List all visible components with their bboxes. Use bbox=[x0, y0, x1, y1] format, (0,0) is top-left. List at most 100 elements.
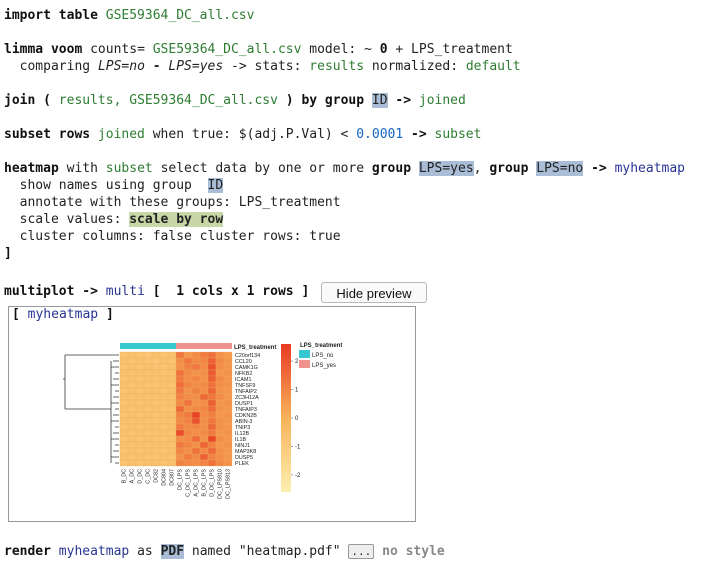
heatmap-cell bbox=[167, 459, 177, 467]
heatmap-cell bbox=[191, 447, 201, 455]
column-label: C_DC bbox=[146, 469, 152, 484]
heatmap-cell bbox=[127, 423, 137, 431]
heatmap-cell bbox=[191, 363, 201, 371]
annotation-cell bbox=[224, 343, 232, 349]
heatmap-cell bbox=[159, 405, 169, 413]
heatmap-cell bbox=[215, 441, 225, 449]
heatmap-cell bbox=[159, 417, 169, 425]
heatmap-cell bbox=[119, 411, 129, 419]
heatmap-cell bbox=[199, 435, 209, 443]
render-format[interactable]: PDF bbox=[160, 544, 185, 559]
heatmap-cell bbox=[199, 423, 209, 431]
heatmap-cell bbox=[191, 369, 201, 377]
heatmap-cell bbox=[215, 429, 225, 437]
heatmap-cell bbox=[143, 363, 153, 371]
scale-tick-label: -1 bbox=[295, 444, 301, 450]
heatmap-cell bbox=[127, 393, 137, 401]
heatmap-cell bbox=[135, 429, 145, 437]
annotation-cell bbox=[136, 343, 144, 349]
heatmap-cell bbox=[199, 363, 209, 371]
heatmap-cell bbox=[127, 429, 137, 437]
heatmap-cell bbox=[183, 369, 193, 377]
heatmap-cell bbox=[127, 459, 137, 467]
heatmap-cell bbox=[159, 411, 169, 419]
heatmap-cell bbox=[223, 447, 233, 455]
heatmap-cell bbox=[159, 351, 169, 359]
heatmap-cell bbox=[215, 435, 225, 443]
heatmap-cell bbox=[119, 423, 129, 431]
heatmap-cell bbox=[207, 447, 217, 455]
heatmap-cell bbox=[143, 399, 153, 407]
heatmap-cell bbox=[151, 417, 161, 425]
heatmap-cell bbox=[175, 429, 185, 437]
heatmap-cell bbox=[223, 429, 233, 437]
heatmap-cell bbox=[207, 459, 217, 467]
heatmap-cell bbox=[143, 453, 153, 461]
column-label: C_DC_LPS bbox=[186, 469, 192, 497]
render-options-button[interactable]: ... bbox=[348, 544, 375, 559]
heatmap-cell bbox=[223, 435, 233, 443]
heatmap-cell bbox=[135, 399, 145, 407]
heatmap-cell bbox=[119, 453, 129, 461]
heatmap-cell bbox=[143, 411, 153, 419]
heatmap-cell bbox=[135, 381, 145, 389]
heatmap-cell bbox=[135, 351, 145, 359]
heatmap-cell bbox=[135, 453, 145, 461]
annotation-cell bbox=[160, 343, 168, 349]
heatmap-cell bbox=[127, 363, 137, 371]
heatmap-cell bbox=[127, 369, 137, 377]
render-keyword: render bbox=[4, 544, 51, 559]
heatmap-cell bbox=[215, 393, 225, 401]
heatmap-cell bbox=[159, 459, 169, 467]
heatmap-cell bbox=[143, 381, 153, 389]
heatmap-cell bbox=[119, 405, 129, 413]
heatmap-cell bbox=[119, 375, 129, 383]
heatmap-cell bbox=[191, 441, 201, 449]
heatmap-cell bbox=[191, 375, 201, 383]
annotation-cell bbox=[208, 343, 216, 349]
heatmap-cell bbox=[215, 381, 225, 389]
heatmap-cell bbox=[191, 417, 201, 425]
heatmap-cell bbox=[167, 381, 177, 389]
heatmap-cell bbox=[119, 459, 129, 467]
heatmap-cell bbox=[159, 435, 169, 443]
heatmap-cell bbox=[135, 393, 145, 401]
column-label: A_DC_LPS bbox=[194, 469, 200, 497]
heatmap-cell bbox=[119, 435, 129, 443]
heatmap-cell bbox=[183, 417, 193, 425]
scale-tick-label: 2 bbox=[295, 359, 299, 365]
heatmap-cell bbox=[127, 435, 137, 443]
heatmap-cell bbox=[199, 369, 209, 377]
heatmap-cell bbox=[143, 447, 153, 455]
heatmap-cell bbox=[127, 411, 137, 419]
heatmap-chart: C20orf134CCL20CAMK1GNFKB2ICAM1TNFSF9TNFA… bbox=[63, 343, 342, 499]
heatmap-cell bbox=[199, 375, 209, 383]
heatmap-cell bbox=[127, 441, 137, 449]
heatmap-cell bbox=[151, 423, 161, 431]
heatmap-cell bbox=[135, 459, 145, 467]
heatmap-cell bbox=[223, 423, 233, 431]
heatmap-cell bbox=[159, 375, 169, 383]
render-filename[interactable]: named "heatmap.pdf" bbox=[192, 544, 341, 559]
heatmap-cell bbox=[223, 393, 233, 401]
heatmap-cell bbox=[167, 363, 177, 371]
color-scale-ticks: 2 1 0 -1 -2 bbox=[291, 359, 301, 479]
heatmap-cell bbox=[151, 405, 161, 413]
heatmap-cell bbox=[143, 441, 153, 449]
column-label: DC82 bbox=[154, 469, 160, 483]
heatmap-cell bbox=[183, 363, 193, 371]
heatmap-cell bbox=[175, 447, 185, 455]
heatmap-cell bbox=[175, 357, 185, 365]
heatmap-cell bbox=[199, 381, 209, 389]
heatmap-cell bbox=[127, 357, 137, 365]
render-as: as bbox=[137, 544, 153, 559]
render-style[interactable]: no style bbox=[382, 544, 445, 559]
heatmap-cell bbox=[207, 405, 217, 413]
heatmap-cell bbox=[167, 417, 177, 425]
heatmap-cell bbox=[199, 357, 209, 365]
heatmap-cell bbox=[167, 393, 177, 401]
render-object[interactable]: myheatmap bbox=[59, 544, 129, 559]
heatmap-cell bbox=[151, 441, 161, 449]
heatmap-cells bbox=[119, 351, 233, 467]
heatmap-cell bbox=[151, 399, 161, 407]
